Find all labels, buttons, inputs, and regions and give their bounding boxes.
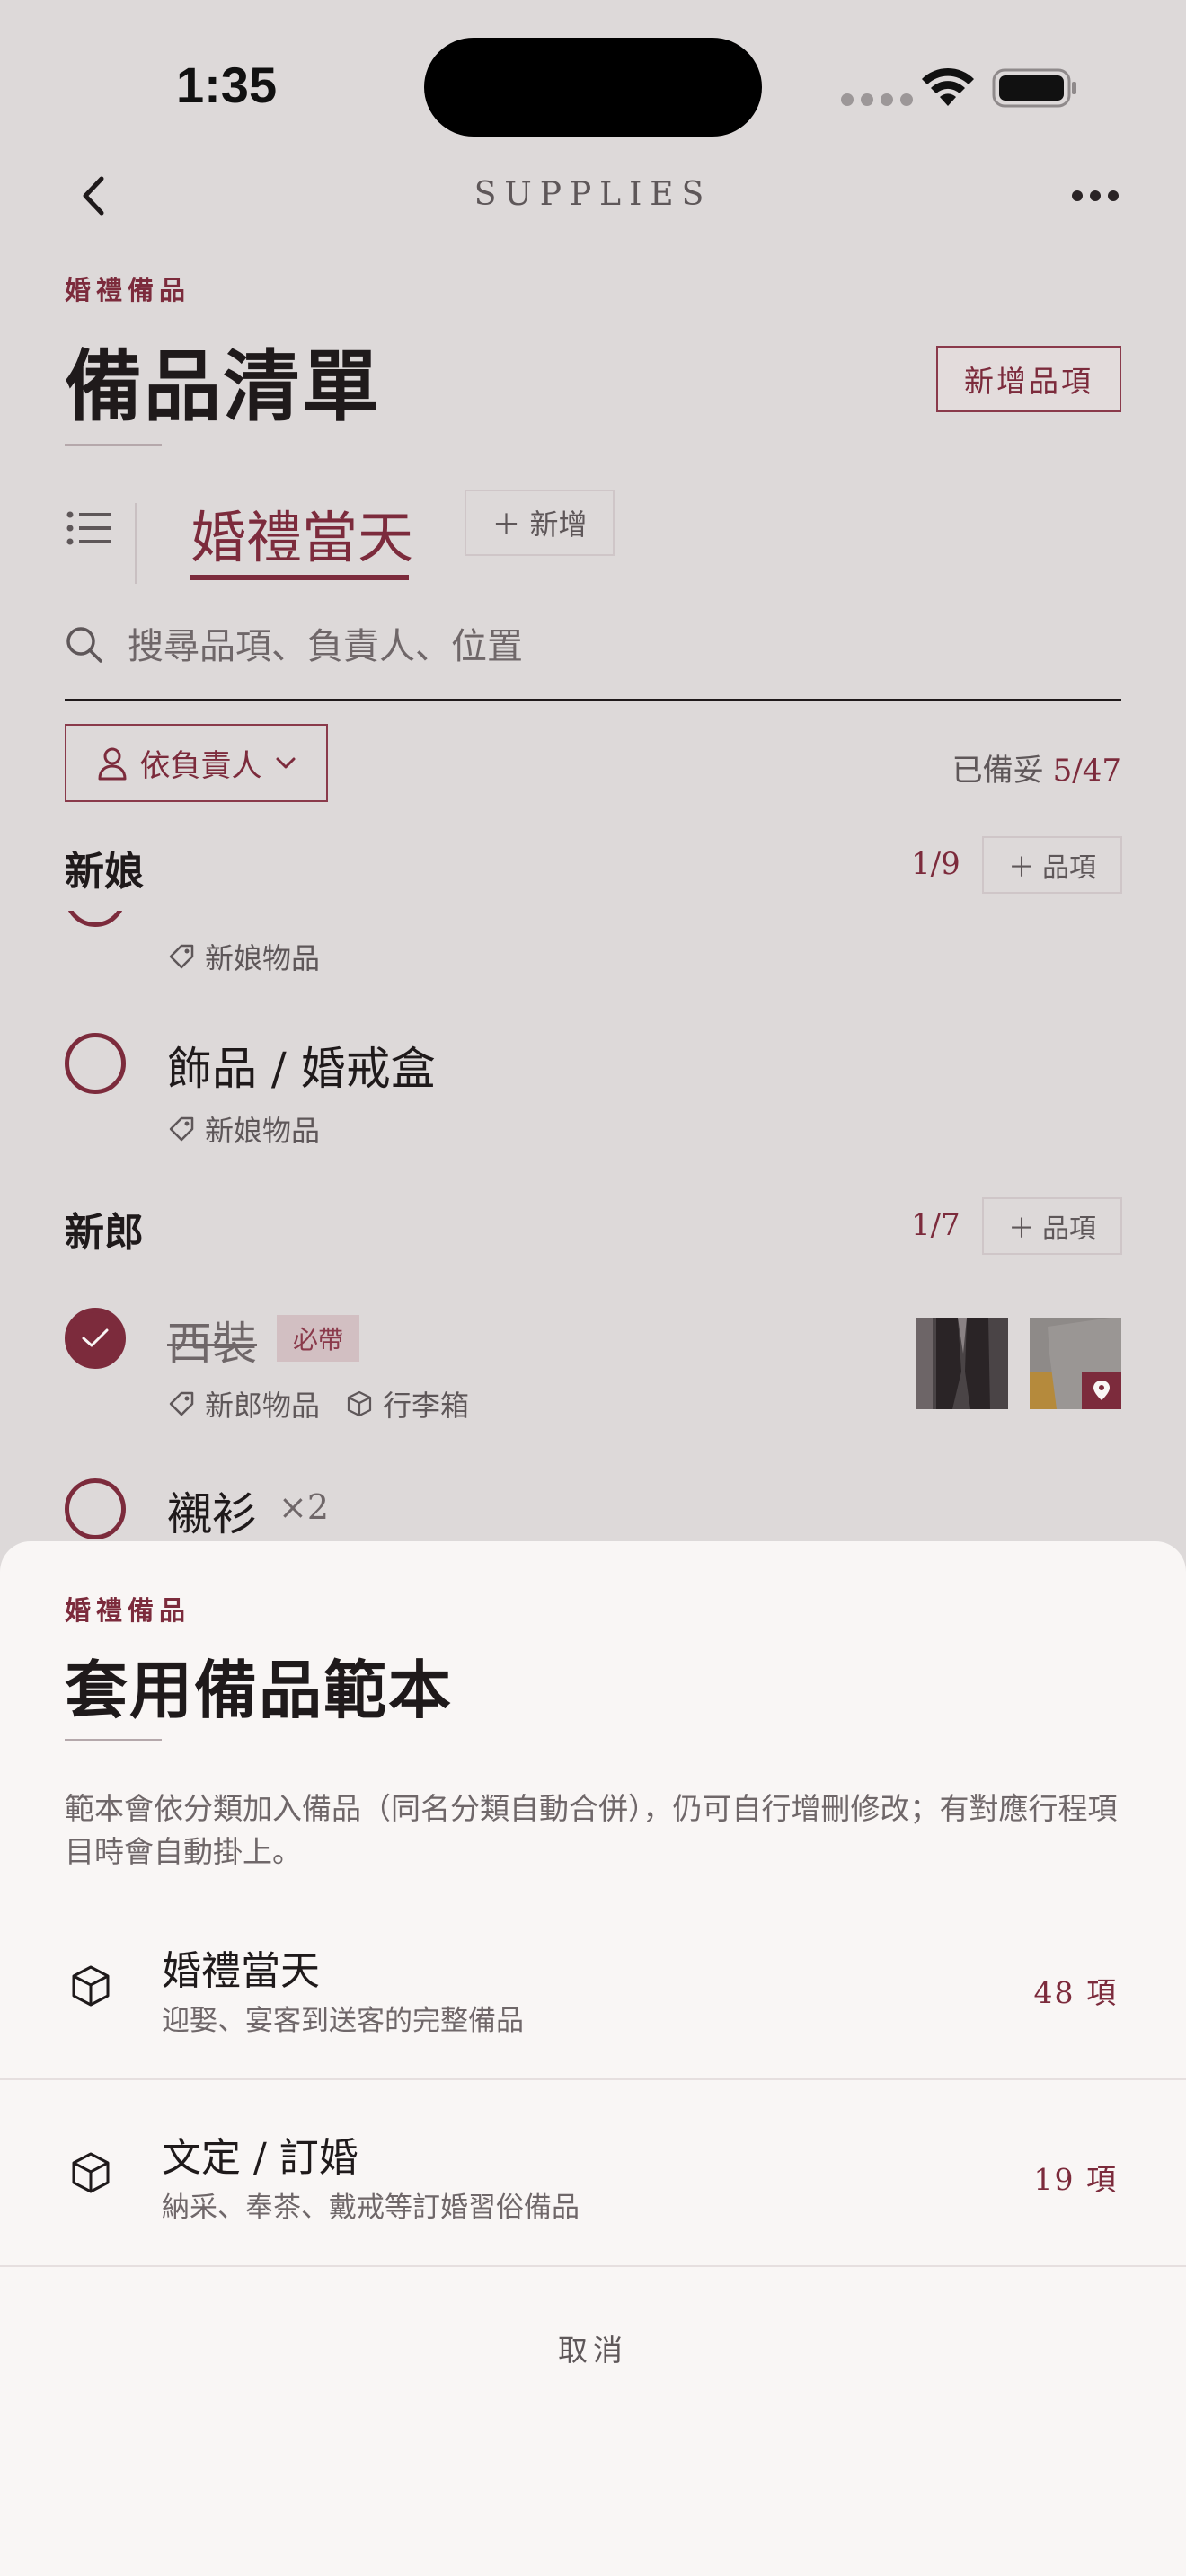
nav-title: SUPPLIES — [474, 176, 712, 213]
box-icon — [72, 1965, 110, 2007]
ready-label: 已備妥 — [951, 753, 1044, 789]
box-icon — [347, 1390, 372, 1417]
sheet-divider — [65, 1739, 162, 1741]
tag-icon — [169, 1116, 194, 1142]
template-name: 文定 / 訂婚 — [162, 2135, 358, 2181]
ready-count: 已備妥 5/47 — [952, 745, 1121, 790]
list-item[interactable]: 新娘物品 — [65, 911, 1121, 974]
item-location-label: 行李箱 — [383, 1389, 470, 1423]
check-circle-checked[interactable] — [65, 1308, 126, 1369]
chevron-down-icon — [276, 757, 295, 768]
group-by-label: 依負責人 — [139, 748, 262, 784]
status-time: 1:35 — [176, 57, 278, 113]
suitcase-photo — [1030, 1318, 1121, 1409]
box-icon — [72, 2152, 110, 2193]
item-tag-label: 新娘物品 — [205, 941, 321, 974]
add-item-button[interactable]: 新增品項 — [936, 346, 1121, 412]
more-button[interactable] — [1064, 176, 1127, 216]
tab-active-indicator — [190, 575, 409, 580]
suit-photo — [916, 1318, 1008, 1409]
item-quantity: ×2 — [279, 1487, 330, 1527]
plus-icon: ＋ — [1008, 1213, 1035, 1245]
tag-icon — [169, 944, 194, 969]
add-item-bride-button[interactable]: ＋品項 — [982, 836, 1122, 894]
search-icon — [66, 627, 102, 663]
dynamic-island — [424, 38, 762, 137]
sheet-eyebrow: 婚禮備品 — [65, 1595, 191, 1626]
cancel-button[interactable]: 取消 — [0, 2326, 1186, 2369]
plus-icon: ＋ — [491, 507, 521, 542]
section-count-groom: 1/7 — [911, 1207, 960, 1243]
add-item-groom-label: 品項 — [1042, 1213, 1096, 1245]
section-title-bride: 新娘 — [65, 849, 144, 895]
item-tag: 新郎物品 行李箱 — [167, 1383, 469, 1425]
section-count-bride: 1/9 — [911, 846, 960, 882]
tab-divider — [135, 503, 137, 584]
list-icon[interactable] — [66, 510, 111, 546]
add-tab-label: 新增 — [529, 507, 588, 542]
check-circle[interactable] — [65, 911, 126, 927]
item-photo[interactable] — [916, 1318, 1008, 1409]
plus-icon: ＋ — [1008, 852, 1035, 884]
item-name[interactable]: 西裝 — [167, 1308, 257, 1372]
template-subtitle: 迎娶、宴客到送客的完整備品 — [162, 2005, 524, 2037]
ready-value: 5/47 — [1052, 753, 1121, 789]
title-divider — [65, 444, 162, 446]
template-option-engagement[interactable]: 文定 / 訂婚 納采、奉茶、戴戒等訂婚習俗備品 19 項 — [0, 2080, 1186, 2267]
battery-icon — [992, 68, 1076, 108]
item-tag-label: 新娘物品 — [205, 1114, 321, 1148]
check-circle[interactable] — [65, 1478, 126, 1539]
item-tag-label: 新郎物品 — [205, 1389, 321, 1423]
more-icon — [1072, 190, 1083, 201]
template-subtitle: 納采、奉茶、戴戒等訂婚習俗備品 — [162, 2192, 580, 2224]
group-by-owner-button[interactable]: 依負責人 — [65, 724, 328, 802]
template-name: 婚禮當天 — [162, 1948, 320, 1994]
template-count: 19 項 — [1033, 2162, 1118, 2197]
item-photo[interactable] — [1030, 1318, 1121, 1409]
add-item-bride-label: 品項 — [1042, 852, 1096, 884]
tab-wedding-day[interactable]: 婚禮當天 — [190, 492, 413, 573]
template-count: 48 項 — [1033, 1975, 1118, 2010]
wifi-icon — [922, 67, 974, 106]
page-title: 備品清單 — [65, 341, 381, 432]
item-tag: 新娘物品 — [167, 1108, 320, 1150]
required-badge: 必帶 — [277, 1315, 360, 1362]
add-tab-button[interactable]: ＋新增 — [465, 490, 615, 556]
check-circle[interactable] — [65, 1033, 126, 1094]
add-item-groom-button[interactable]: ＋品項 — [982, 1197, 1122, 1255]
sheet-title: 套用備品範本 — [65, 1653, 453, 1727]
template-option-wedding-day[interactable]: 婚禮當天 迎娶、宴客到送客的完整備品 48 項 — [0, 1893, 1186, 2080]
section-title-groom: 新郎 — [65, 1210, 144, 1256]
search-input[interactable] — [128, 620, 1116, 674]
item-name[interactable]: 襯衫 — [167, 1478, 257, 1543]
item-name[interactable]: 飾品 / 婚戒盒 — [167, 1033, 436, 1098]
sheet-description: 範本會依分類加入備品（同名分類自動合併），仍可自行增刪修改；有對應行程項目時會自… — [65, 1791, 1118, 1869]
search-underline — [65, 699, 1121, 701]
person-icon — [98, 747, 126, 780]
page-eyebrow: 婚禮備品 — [65, 275, 191, 305]
tag-icon — [169, 1391, 194, 1416]
item-tag: 新娘物品 — [167, 936, 320, 974]
cellular-signal-icon — [841, 93, 913, 106]
check-icon — [82, 1328, 109, 1347]
